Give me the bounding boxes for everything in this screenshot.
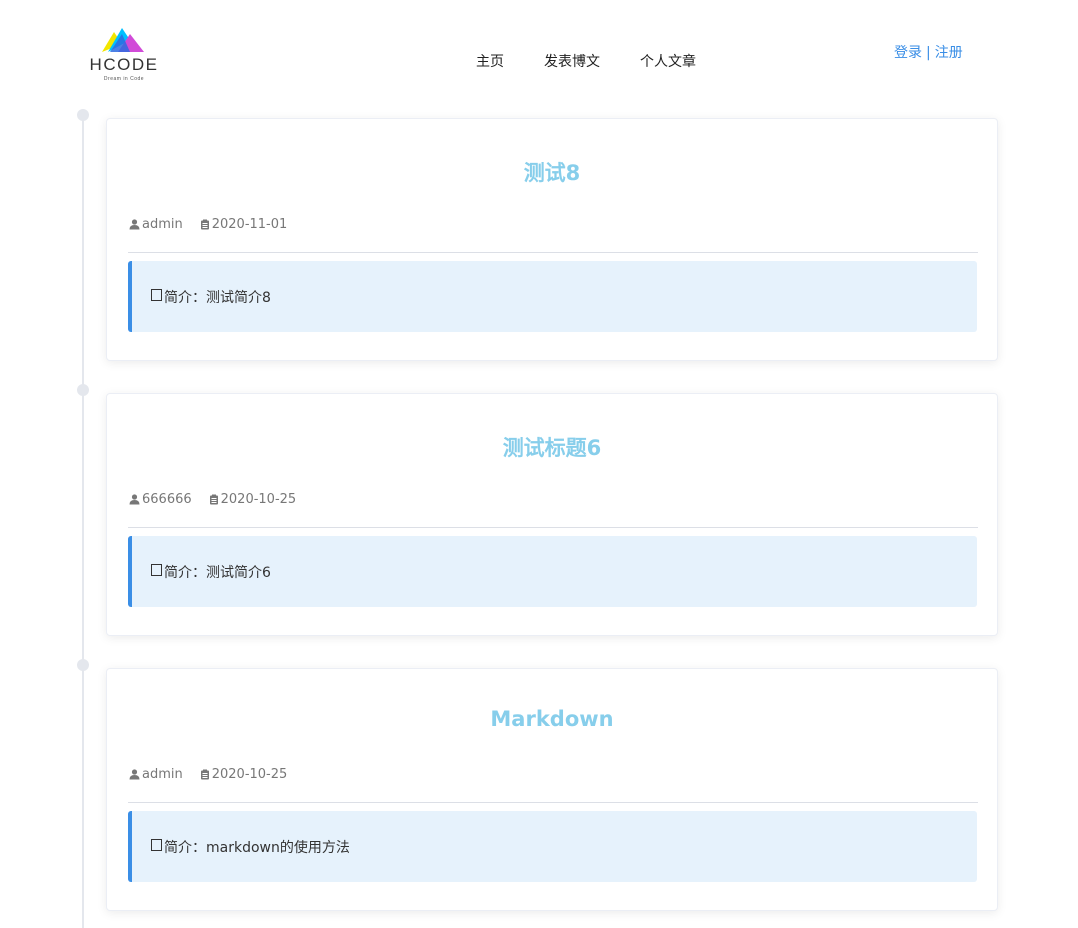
auth-links: 登录 | 注册	[894, 42, 963, 62]
post-meta: 666666 2020-10-25	[129, 492, 313, 507]
nav-publish[interactable]: 发表博文	[544, 51, 600, 71]
post-date-text: 2020-10-25	[220, 492, 297, 507]
timeline-line	[82, 115, 84, 928]
box-icon	[151, 564, 162, 576]
post-card: Markdown admin 2020-10-25 简介： markdown的使…	[106, 668, 998, 911]
summary-label: 简介：	[164, 840, 206, 856]
post-author-name: 666666	[142, 492, 192, 507]
summary-label: 简介：	[164, 565, 206, 581]
post-author-name: admin	[142, 767, 183, 782]
auth-separator: |	[926, 45, 931, 61]
user-icon	[129, 494, 140, 505]
post-date: 2020-10-25	[200, 767, 288, 782]
summary-label: 简介：	[164, 290, 206, 306]
post-summary: 简介： 测试简介6	[128, 536, 977, 607]
logo-text: HCODE	[89, 55, 159, 74]
divider	[128, 527, 978, 528]
clipboard-icon	[200, 769, 209, 780]
post-meta: admin 2020-11-01	[129, 217, 304, 232]
post-author-name: admin	[142, 217, 183, 232]
summary-text: 测试简介8	[206, 290, 271, 306]
timeline-dot	[77, 384, 89, 396]
post-date: 2020-10-25	[209, 492, 297, 507]
clipboard-icon	[209, 494, 218, 505]
post-author: admin	[129, 217, 183, 232]
box-icon	[151, 839, 162, 851]
divider	[128, 802, 978, 803]
nav-my-articles[interactable]: 个人文章	[640, 51, 696, 71]
post-author: admin	[129, 767, 183, 782]
logo-mountain-icon	[102, 28, 144, 52]
post-title[interactable]: Markdown	[107, 707, 997, 731]
summary-text: markdown的使用方法	[206, 840, 350, 856]
login-link[interactable]: 登录	[894, 45, 922, 61]
timeline-dot	[77, 109, 89, 121]
page: HCODE Dream in Code 主页 发表博文 个人文章 登录 | 注册 测…	[0, 0, 1078, 928]
post-card: 测试标题6 666666 2020-10-25 简介： 测试简介6	[106, 393, 998, 636]
summary-text: 测试简介6	[206, 565, 271, 581]
register-link[interactable]: 注册	[935, 45, 963, 61]
post-date-text: 2020-10-25	[211, 767, 288, 782]
timeline-dot	[77, 659, 89, 671]
divider	[128, 252, 978, 253]
post-meta: admin 2020-10-25	[129, 767, 304, 782]
logo[interactable]: HCODE Dream in Code	[86, 24, 162, 86]
user-icon	[129, 769, 140, 780]
nav-home[interactable]: 主页	[476, 51, 504, 71]
post-author: 666666	[129, 492, 192, 507]
post-summary: 简介： markdown的使用方法	[128, 811, 977, 882]
main-nav: 主页 发表博文 个人文章	[476, 51, 736, 71]
box-icon	[151, 289, 162, 301]
post-card: 测试8 admin 2020-11-01 简介： 测试简介8	[106, 118, 998, 361]
logo-tagline: Dream in Code	[103, 76, 145, 82]
clipboard-icon	[200, 219, 209, 230]
post-title[interactable]: 测试8	[107, 157, 997, 187]
post-date-text: 2020-11-01	[211, 217, 288, 232]
post-date: 2020-11-01	[200, 217, 288, 232]
user-icon	[129, 219, 140, 230]
post-title[interactable]: 测试标题6	[107, 432, 997, 462]
post-summary: 简介： 测试简介8	[128, 261, 977, 332]
